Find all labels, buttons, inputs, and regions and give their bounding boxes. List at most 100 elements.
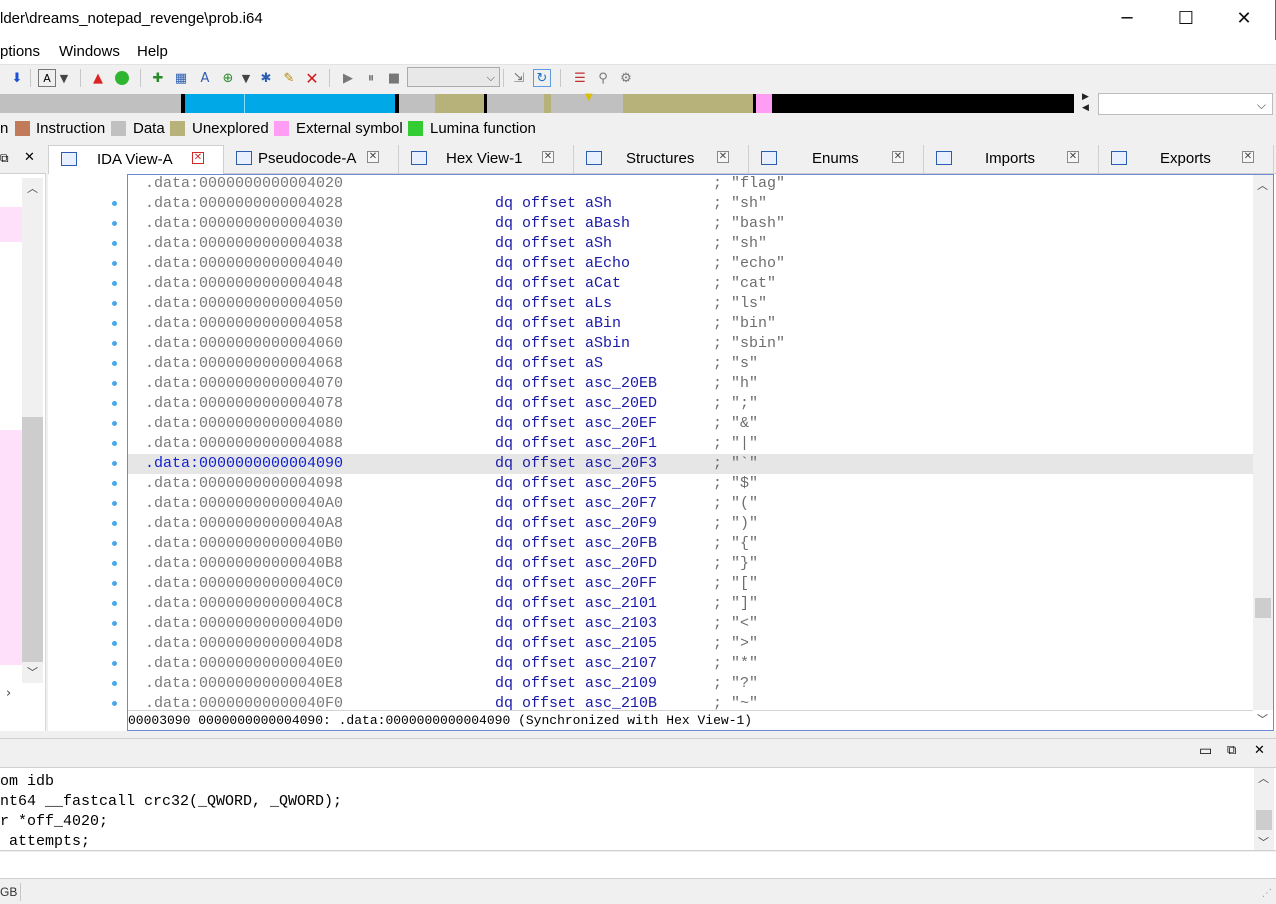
debugger-select[interactable]: ⌵ <box>407 67 500 87</box>
listing-line[interactable]: .data:0000000000004058 dq offset aBin ; "b… <box>128 314 1253 334</box>
close-pane-icon[interactable]: ✕ <box>24 150 35 165</box>
close-tab-icon[interactable]: ✕ <box>542 151 554 163</box>
stop-icon[interactable]: ■ <box>385 69 403 87</box>
toolbar: ⬇ A ▼ ▲ ✚ ▦ A ⊕ ▼ ✱ ✎ ✕ ▶ ⏸ ■ ⇲ ↻ ☰ ⚲ ⚙ <box>0 64 1276 90</box>
create-data-icon[interactable]: ▦ <box>172 69 190 87</box>
tab-ida-view-a[interactable]: IDA View-A ✕ <box>48 145 224 175</box>
tab-enums[interactable]: Enums ✕ <box>749 145 924 174</box>
tab-hex-view-1[interactable]: Hex View-1 ✕ <box>399 145 574 174</box>
line-comment: ; "bin" <box>713 315 777 332</box>
listing-line[interactable]: .data:0000000000004038 dq offset aSh ; "sh… <box>128 234 1253 254</box>
listing-line[interactable]: .data:0000000000004060 dq offset aSbin ; "… <box>128 334 1253 354</box>
listing-line[interactable]: .data:0000000000004030 dq offset aBash ; "… <box>128 214 1253 234</box>
output-scrollbar[interactable]: ︿ ﹀ <box>1254 768 1274 850</box>
step-into-icon[interactable]: ⇲ <box>510 69 528 87</box>
close-pane-icon[interactable]: ✕ <box>1254 743 1265 758</box>
edit-icon[interactable]: ✎ <box>280 69 298 87</box>
output-scrollbar-thumb[interactable] <box>1256 810 1272 830</box>
close-tab-icon[interactable]: ✕ <box>367 151 379 163</box>
dropdown-arrow-icon[interactable]: ▼ <box>240 69 252 87</box>
play-icon[interactable]: ▶ <box>339 69 357 87</box>
pause-icon[interactable]: ⏸ <box>362 69 380 87</box>
tab-exports[interactable]: Exports ✕ <box>1099 145 1274 174</box>
scroll-down-icon[interactable]: ﹀ <box>1257 711 1268 727</box>
scroll-down-icon[interactable]: ﹀ <box>27 664 38 680</box>
scroll-right-icon[interactable]: ▶ <box>1082 92 1089 102</box>
nav-segment <box>435 94 484 113</box>
scroll-right-icon[interactable]: › <box>6 686 11 701</box>
listing-line[interactable]: .data:00000000000040B0 dq offset asc_20FB… <box>128 534 1253 554</box>
structure-icon[interactable]: ✱ <box>257 69 275 87</box>
listing-line[interactable]: .data:0000000000004088 dq offset asc_20F1… <box>128 434 1253 454</box>
close-tab-icon[interactable]: ✕ <box>1242 151 1254 163</box>
delete-icon[interactable]: ✕ <box>303 69 321 88</box>
scroll-up-icon[interactable]: ︿ <box>27 180 38 196</box>
listing-line[interactable]: .data:00000000000040A8 dq offset asc_20F9… <box>128 514 1253 534</box>
scroll-down-icon[interactable]: ﹀ <box>1258 834 1269 850</box>
listing-line[interactable]: .data:0000000000004050 dq offset aLs ; "ls… <box>128 294 1253 314</box>
scroll-up-icon[interactable]: ︿ <box>1257 177 1268 193</box>
listing-line[interactable]: .data:00000000000040F0 dq offset asc_210B… <box>128 694 1253 710</box>
breakpoint-icon[interactable]: ▲ <box>89 69 107 87</box>
nav-segment <box>0 94 181 113</box>
listing-line[interactable]: .data:0000000000004080 dq offset asc_20EF… <box>128 414 1253 434</box>
listing-scrollbar-thumb[interactable] <box>1255 598 1271 618</box>
listing-line-selected[interactable]: .data:0000000000004090 dq offset asc_20F3… <box>128 454 1253 474</box>
line-address: .data:0000000000004088 <box>145 435 344 452</box>
dropdown-arrow-icon[interactable]: ▼ <box>58 69 70 87</box>
listing-line[interactable]: .data:0000000000004098 dq offset asc_20F5… <box>128 474 1253 494</box>
tab-pseudocode-a[interactable]: Pseudocode-A ✕ <box>224 145 399 174</box>
output-window[interactable]: om idb nt64 __fastcall crc32(_QWORD, _QW… <box>0 767 1276 851</box>
maximize-button[interactable]: ☐ <box>1157 0 1215 40</box>
listing-line[interactable]: .data:0000000000004078 dq offset asc_20ED… <box>128 394 1253 414</box>
listing-line[interactable]: .data:0000000000004048 dq offset aCat ; "c… <box>128 274 1253 294</box>
legend-label: External symbol <box>296 120 403 137</box>
debug-list-icon[interactable]: ☰ <box>571 69 589 87</box>
listing-line[interactable]: .data:00000000000040C8 dq offset asc_2101… <box>128 594 1253 614</box>
minimize-button[interactable]: ─ <box>1098 0 1156 40</box>
text-mode-icon[interactable]: A <box>38 69 56 87</box>
listing-line[interactable]: .data:00000000000040E8 dq offset asc_2109… <box>128 674 1253 694</box>
listing-line[interactable]: .data:0000000000004028 dq offset aSh ; "sh… <box>128 194 1253 214</box>
listing-line[interactable]: .data:00000000000040C0 dq offset asc_20FF… <box>128 574 1253 594</box>
close-button[interactable]: ✕ <box>1215 0 1273 40</box>
close-tab-icon[interactable]: ✕ <box>192 152 204 164</box>
listing-line[interactable]: .data:0000000000004068 dq offset aS ; "s" <box>128 354 1253 374</box>
menu-options[interactable]: ptions <box>0 43 40 60</box>
functions-scrollbar-thumb[interactable] <box>22 417 43 662</box>
restore-icon[interactable]: ⧉ <box>0 151 9 166</box>
tools-icon[interactable]: ⚙ <box>617 69 635 87</box>
listing-line[interactable]: .data:00000000000040D8 dq offset asc_2105… <box>128 634 1253 654</box>
close-tab-icon[interactable]: ✕ <box>717 151 729 163</box>
step-over-icon[interactable]: ↻ <box>533 69 551 87</box>
command-input[interactable] <box>0 852 1276 879</box>
listing-line[interactable]: .data:00000000000040E0 dq offset asc_2107… <box>128 654 1253 674</box>
listing-line[interactable]: .data:0000000000004070 dq offset asc_20EB… <box>128 374 1253 394</box>
menu-windows[interactable]: Windows <box>59 43 120 60</box>
scroll-left-icon[interactable]: ◀ <box>1082 103 1089 113</box>
create-string-icon[interactable]: A <box>196 69 214 87</box>
run-green-icon[interactable] <box>113 69 131 87</box>
tab-imports[interactable]: Imports ✕ <box>924 145 1099 174</box>
create-function-icon[interactable]: ✚ <box>149 69 167 87</box>
restore-pane-icon[interactable]: ⧉ <box>1227 743 1236 758</box>
tree-icon[interactable]: ⚲ <box>594 69 612 87</box>
close-tab-icon[interactable]: ✕ <box>892 151 904 163</box>
navigation-select[interactable]: ⌵ <box>1098 93 1273 115</box>
listing-line[interactable]: .data:0000000000004040 dq offset aEcho ; "… <box>128 254 1253 274</box>
listing-line[interactable]: .data:00000000000040B8 dq offset asc_20FD… <box>128 554 1253 574</box>
add-xref-icon[interactable]: ⊕ <box>219 69 237 87</box>
menu-help[interactable]: Help <box>137 43 168 60</box>
jump-down-icon[interactable]: ⬇ <box>8 69 26 87</box>
listing-line[interactable]: .data:00000000000040A0 dq offset asc_20F7… <box>128 494 1253 514</box>
scroll-up-icon[interactable]: ︿ <box>1258 770 1269 786</box>
resize-grip-icon[interactable]: ⋰ <box>1262 888 1272 899</box>
close-tab-icon[interactable]: ✕ <box>1067 151 1079 163</box>
listing-line[interactable]: .data:00000000000040D0 dq offset asc_2103… <box>128 614 1253 634</box>
listing-scrollbar[interactable]: ︿ ﹀ <box>1253 175 1273 726</box>
listing-line[interactable]: .data:0000000000004020 ; "flag" <box>128 174 1253 194</box>
tab-structures[interactable]: Structures ✕ <box>574 145 749 174</box>
maximize-pane-icon[interactable]: ▭ <box>1199 743 1212 759</box>
tab-label: IDA View-A <box>97 151 173 168</box>
line-instruction: dq offset asc_20EB <box>495 375 658 392</box>
